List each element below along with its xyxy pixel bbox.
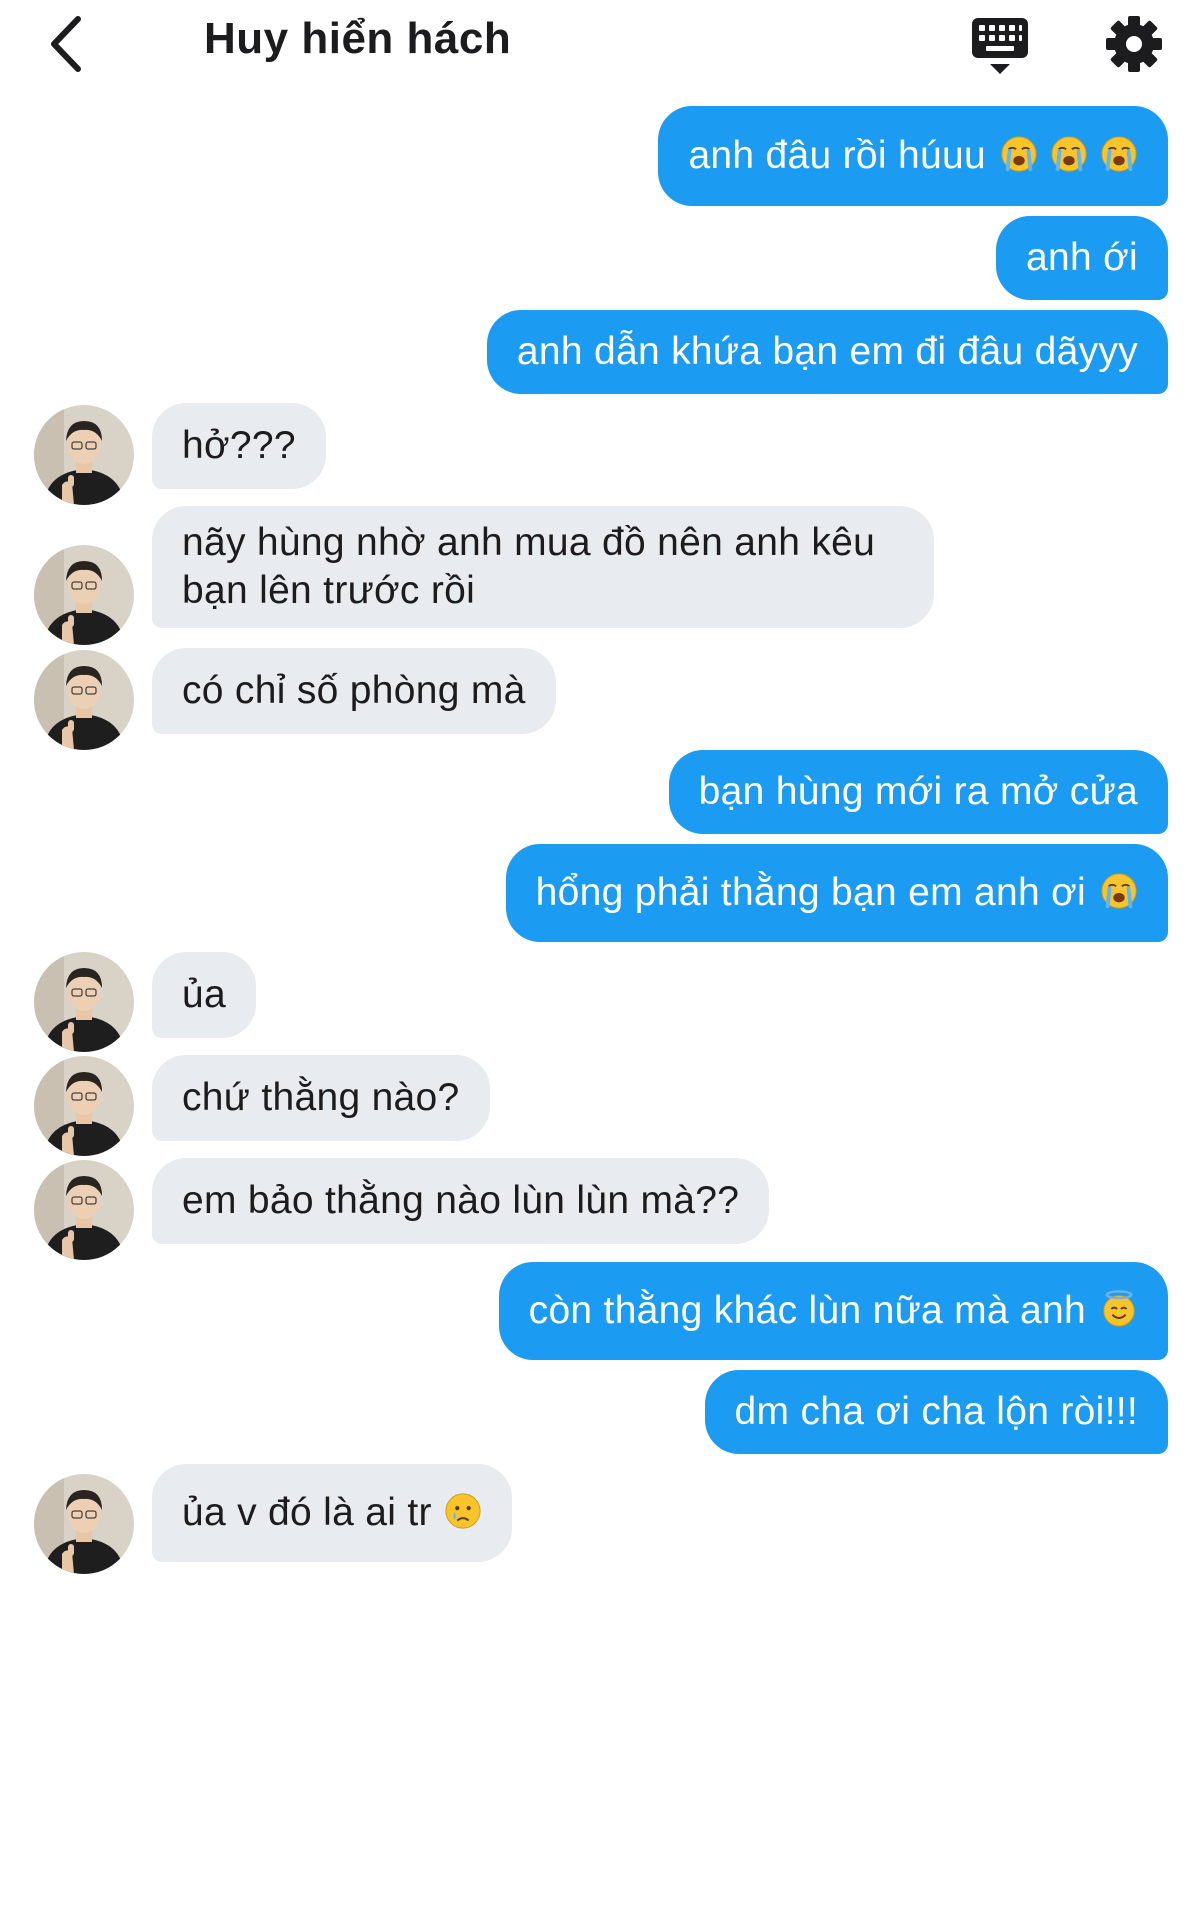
keyboard-icon	[972, 18, 1028, 74]
outgoing-message[interactable]: anh đâu rồi húuu	[658, 106, 1168, 206]
outgoing-message[interactable]: anh dẫn khứa bạn em đi đâu dãyyy	[486, 310, 1168, 394]
message-text: còn thằng khác lùn nữa mà anh	[528, 1289, 1086, 1332]
message-text: bạn hùng mới ra mở cửa	[698, 770, 1138, 813]
incoming-message[interactable]: ủa	[152, 952, 256, 1038]
avatar[interactable]	[34, 1160, 134, 1260]
chevron-left-icon	[51, 16, 81, 72]
loudly-crying-face-icon	[1050, 135, 1088, 173]
message-text: chứ thằng nào?	[182, 1076, 460, 1119]
avatar[interactable]	[34, 650, 134, 750]
loudly-crying-face-icon	[1100, 135, 1138, 173]
crying-face-icon	[444, 1492, 482, 1530]
chat-header: Huy hiển hách	[0, 0, 1198, 92]
back-button[interactable]	[36, 10, 96, 78]
message-text: hổng phải thằng bạn em anh ơi	[535, 871, 1086, 914]
incoming-message[interactable]: em bảo thằng nào lùn lùn mà??	[152, 1158, 770, 1244]
message-text: anh ới	[1026, 236, 1138, 279]
settings-button[interactable]	[1104, 14, 1164, 74]
message-text: anh đâu rồi húuu	[688, 134, 986, 177]
message-text: hở???	[182, 424, 296, 467]
avatar[interactable]	[34, 1474, 134, 1574]
message-text: em bảo thằng nào lùn lùn mà??	[182, 1179, 740, 1222]
incoming-message[interactable]: hở???	[152, 403, 326, 489]
loudly-crying-face-icon	[1100, 872, 1138, 910]
avatar[interactable]	[34, 1056, 134, 1156]
incoming-message[interactable]: ủa v đó là ai tr	[152, 1464, 512, 1562]
avatar[interactable]	[34, 545, 134, 645]
message-text: ủa	[182, 973, 226, 1016]
incoming-message[interactable]: chứ thằng nào?	[152, 1055, 490, 1141]
message-text: ủa v đó là ai tr	[182, 1491, 432, 1534]
smiling-face-with-halo-icon	[1100, 1290, 1138, 1328]
message-text: có chỉ số phòng mà	[182, 669, 526, 712]
outgoing-message[interactable]: hổng phải thằng bạn em anh ơi	[505, 844, 1168, 942]
outgoing-message[interactable]: bạn hùng mới ra mở cửa	[668, 750, 1168, 834]
message-text: anh dẫn khứa bạn em đi đâu dãyyy	[516, 330, 1138, 373]
loudly-crying-face-icon	[1000, 135, 1038, 173]
outgoing-message[interactable]: còn thằng khác lùn nữa mà anh	[498, 1262, 1168, 1360]
incoming-message[interactable]: có chỉ số phòng mà	[152, 648, 556, 734]
message-text: nãy hùng nhờ anh mua đồ nên anh kêu bạn …	[182, 521, 876, 612]
outgoing-message[interactable]: anh ới	[996, 216, 1168, 300]
incoming-message[interactable]: nãy hùng nhờ anh mua đồ nên anh kêu bạn …	[152, 506, 934, 628]
conversation-title: Huy hiển hách	[204, 14, 512, 63]
outgoing-message[interactable]: dm cha ơi cha lộn ròi!!!	[704, 1370, 1168, 1454]
message-text: dm cha ơi cha lộn ròi!!!	[734, 1390, 1138, 1433]
keyboard-toggle-button[interactable]	[970, 14, 1030, 76]
avatar[interactable]	[34, 405, 134, 505]
gear-icon	[1106, 16, 1162, 72]
avatar[interactable]	[34, 952, 134, 1052]
